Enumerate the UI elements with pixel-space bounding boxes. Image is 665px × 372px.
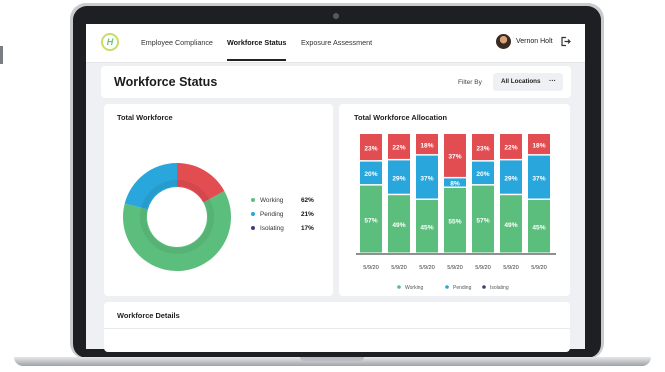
bar-label-working-3: 55% <box>448 219 461 226</box>
donut-inner-ring <box>140 180 214 254</box>
filter-label: Filter By <box>458 79 482 86</box>
legend-pending-label: Pending <box>260 211 284 218</box>
legend-working-label: Working <box>260 197 284 204</box>
legend-working: Working 62% <box>251 197 314 204</box>
stacked-bar-chart: 57% 20% 23% 5/9/20 49% 29% 22% 5/9/20 45% 37% 18% 5… <box>356 134 556 291</box>
total-workforce-title: Total Workforce <box>117 113 173 122</box>
page-title: Workforce Status <box>114 75 218 89</box>
isolating-dot <box>251 226 255 231</box>
bar-label-isolating-3: 37% <box>448 154 461 161</box>
x-tick-label-5: 5/9/20 <box>503 265 519 271</box>
bar-label-isolating-6: 18% <box>532 142 545 149</box>
alloc-legend-label-pending: Pending <box>453 285 472 291</box>
bar-label-isolating-5: 22% <box>504 145 517 152</box>
bar-label-working-2: 45% <box>420 225 433 232</box>
top-nav: H Employee Compliance Workforce Status E… <box>86 24 585 63</box>
more-options-icon[interactable]: ··· <box>549 73 556 91</box>
alloc-legend-dot-pending <box>445 285 449 289</box>
legend-isolating-label: Isolating <box>260 225 284 232</box>
total-workforce-card: Total Workforce Working 62% Pending 21% … <box>104 104 333 296</box>
donut-chart <box>123 163 231 271</box>
bar-label-pending-4: 20% <box>476 171 489 178</box>
bar-label-isolating-1: 22% <box>392 145 405 152</box>
tab-exposure-assessment[interactable]: Exposure Assessment <box>301 38 372 47</box>
working-dot <box>251 198 255 203</box>
x-tick-label-4: 5/9/20 <box>475 265 491 271</box>
bar-label-pending-2: 37% <box>420 175 433 182</box>
bar-label-isolating-0: 23% <box>364 145 377 152</box>
x-tick-label-0: 5/9/20 <box>363 265 379 271</box>
workforce-details-card: Workforce Details <box>104 302 570 352</box>
workforce-details-title: Workforce Details <box>117 311 180 320</box>
bar-label-pending-0: 20% <box>364 171 377 178</box>
laptop-base-notch <box>300 357 364 361</box>
legend-isolating: Isolating 17% <box>251 225 314 232</box>
legend-working-value: 62% <box>301 197 314 204</box>
bar-label-isolating-2: 18% <box>420 142 433 149</box>
pending-dot <box>251 212 255 217</box>
location-filter-select[interactable]: All Locations ··· <box>493 73 563 91</box>
tab-workforce-status[interactable]: Workforce Status <box>227 38 286 47</box>
alloc-legend-label-isolating: Isolating <box>490 285 509 291</box>
x-tick-label-2: 5/9/20 <box>419 265 435 271</box>
bar-label-working-6: 45% <box>532 225 545 232</box>
bar-label-pending-5: 29% <box>504 175 517 182</box>
x-tick-label-3: 5/9/20 <box>447 265 463 271</box>
details-divider <box>104 328 570 329</box>
logout-icon[interactable] <box>560 36 572 48</box>
laptop-camera <box>333 13 339 19</box>
bar-label-working-1: 49% <box>392 222 405 229</box>
x-tick-label-1: 5/9/20 <box>391 265 407 271</box>
app-logo[interactable]: H <box>101 33 119 51</box>
allocation-card: Total Workforce Allocation 57% 20% 23% 5/9/… <box>339 104 570 296</box>
alloc-legend-dot-isolating <box>482 285 486 289</box>
alloc-legend-dot-working <box>397 285 401 289</box>
bar-label-pending-3: 8% <box>450 181 460 188</box>
bar-label-pending-6: 37% <box>532 175 545 182</box>
filter-value: All Locations <box>501 78 541 85</box>
legend-isolating-value: 17% <box>301 225 314 232</box>
bar-label-working-5: 49% <box>504 222 517 229</box>
bar-label-working-0: 57% <box>364 217 377 224</box>
tab-employee-compliance[interactable]: Employee Compliance <box>141 38 213 47</box>
active-tab-indicator <box>227 59 286 61</box>
bar-label-working-4: 57% <box>476 217 489 224</box>
legend-pending: Pending 21% <box>251 211 314 218</box>
x-tick-label-6: 5/9/20 <box>531 265 547 271</box>
alloc-legend-label-working: Working <box>405 285 423 291</box>
bar-label-isolating-4: 23% <box>476 145 489 152</box>
page-edge-mark <box>0 46 3 64</box>
avatar[interactable] <box>496 34 511 49</box>
user-name[interactable]: Vernon Holt <box>516 38 553 45</box>
bar-label-pending-1: 29% <box>392 175 405 182</box>
legend-pending-value: 21% <box>301 211 314 218</box>
